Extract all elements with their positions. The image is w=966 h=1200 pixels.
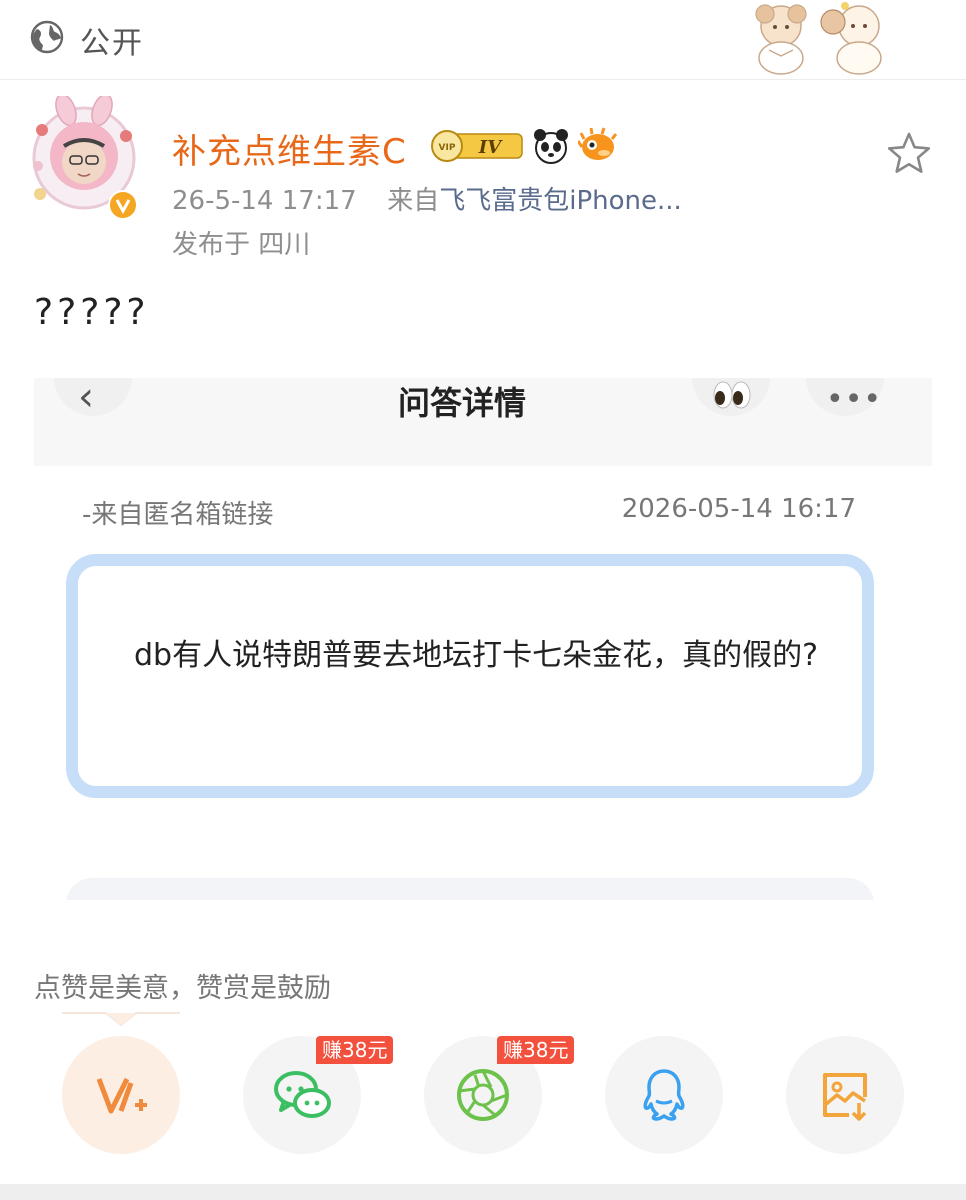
post-image[interactable]: ‹ ••• 问答详情 -来自匿名箱链接 2026-05-14 16:17 db有…: [34, 378, 932, 900]
member-level-badge-icon[interactable]: VIP IV: [430, 129, 524, 163]
level-badge-text: IV: [478, 137, 503, 158]
globe-icon: [30, 20, 64, 54]
wechat-moments-icon: [457, 1069, 509, 1121]
user-badges: VIP IV: [430, 126, 618, 166]
earn-badge: 赚38元: [316, 1036, 394, 1064]
embedded-timestamp: 2026-05-14 16:17: [621, 494, 856, 524]
eyes-emoji-icon: [713, 381, 751, 409]
reward-prompt: 点赞是美意，赞赏是鼓励: [34, 973, 331, 1004]
more-dots-icon: •••: [826, 382, 883, 417]
qq-icon: [643, 1069, 685, 1121]
source-link[interactable]: 飞飞富贵包iPhone...: [439, 186, 682, 216]
source-prefix: 来自: [387, 186, 440, 216]
question-text: db有人说特朗普要去地坛打卡七朵金花，真的假的?: [133, 638, 818, 673]
save-image-button[interactable]: [786, 1036, 904, 1154]
share-qq-button[interactable]: [605, 1036, 723, 1154]
post-time: 26-5-14 17:17: [172, 186, 357, 216]
pufferfish-badge-icon[interactable]: [578, 127, 618, 165]
reward-button[interactable]: [62, 1036, 180, 1154]
question-card: db有人说特朗普要去地坛打卡七朵金花，真的假的?: [66, 554, 874, 798]
embedded-header: ‹ ••• 问答详情: [34, 378, 932, 466]
embedded-source-label: -来自匿名箱链接: [82, 500, 274, 530]
post-location: 发布于 四川: [172, 230, 311, 260]
earn-badge: 赚38元: [497, 1036, 575, 1064]
panda-badge-icon[interactable]: [532, 127, 570, 165]
post-body-text: ?????: [34, 292, 150, 333]
top-bar: 公开: [0, 0, 966, 80]
tooltip-arrow: [62, 1012, 180, 1026]
cartoon-sticker-icon: [755, 4, 807, 75]
visibility-label: 公开: [80, 26, 144, 61]
cartoon-sticker-icon: [820, 2, 882, 75]
favorite-star-icon[interactable]: [886, 130, 932, 176]
verified-v-icon: [108, 190, 138, 220]
svg-text:VIP: VIP: [439, 143, 456, 153]
embedded-next-card: [66, 878, 874, 900]
wechat-icon: [274, 1071, 331, 1118]
save-image-icon: [823, 1073, 867, 1121]
post-meta: 26-5-14 17:17 来自飞飞富贵包iPhone...: [172, 180, 682, 217]
avatar[interactable]: [22, 93, 146, 220]
embedded-title: 问答详情: [398, 384, 527, 422]
username[interactable]: 补充点维生素C: [172, 124, 407, 173]
bottom-divider: [0, 1184, 966, 1200]
reward-v-plus-icon: [96, 1077, 147, 1114]
chevron-left-icon: ‹: [78, 378, 94, 420]
